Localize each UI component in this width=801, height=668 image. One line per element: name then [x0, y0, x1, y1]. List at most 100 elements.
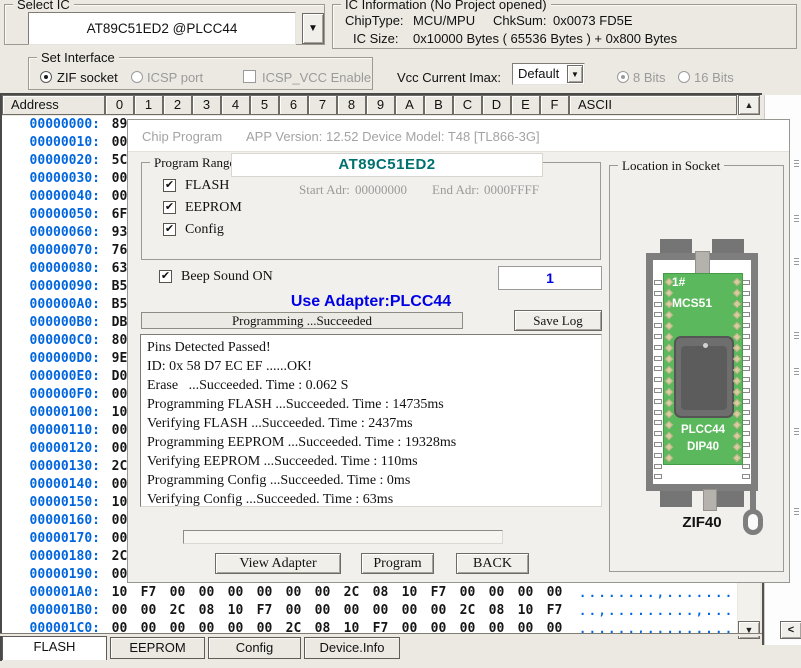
hex-byte[interactable]: F7 — [366, 620, 395, 633]
hex-address: 00000040: — [2, 188, 100, 206]
icsp-vcc-label[interactable]: ICSP_VCC Enable — [262, 70, 371, 85]
hex-header-col: F — [540, 95, 569, 115]
hex-byte[interactable]: F7 — [424, 584, 453, 602]
end-adr-label: End Adr: — [432, 182, 479, 198]
hex-byte[interactable]: 00 — [192, 584, 221, 602]
hex-byte[interactable]: 08 — [482, 602, 511, 620]
window-edge-fragment — [794, 258, 799, 266]
hex-byte[interactable]: 2C — [279, 620, 308, 633]
hex-byte[interactable]: 00 — [308, 602, 337, 620]
window-edge-fragment — [794, 368, 799, 376]
chevron-down-icon: ▼ — [308, 23, 318, 34]
program-range-option[interactable]: ✔Config — [163, 222, 224, 237]
hex-address: 00000150: — [2, 494, 100, 512]
beep-sound-option[interactable]: ✔ Beep Sound ON — [159, 269, 273, 284]
hex-byte[interactable]: 00 — [134, 602, 163, 620]
vcc-imax-label: Vcc Current Imax: — [397, 70, 501, 85]
bits-16-label[interactable]: 16 Bits — [694, 70, 734, 85]
hex-byte[interactable]: 00 — [366, 602, 395, 620]
board-pad — [733, 366, 741, 374]
hex-byte[interactable]: F7 — [134, 584, 163, 602]
hex-byte[interactable]: 00 — [221, 620, 250, 633]
hex-byte[interactable]: 00 — [395, 602, 424, 620]
hex-byte[interactable]: 00 — [424, 620, 453, 633]
scroll-up-button[interactable]: ▲ — [738, 95, 760, 115]
icsp-vcc-checkbox[interactable] — [243, 70, 256, 83]
hex-byte[interactable]: 00 — [192, 620, 221, 633]
icsp-port-label[interactable]: ICSP port — [147, 70, 203, 85]
program-button[interactable]: Program — [361, 553, 434, 574]
hex-byte[interactable]: 08 — [366, 584, 395, 602]
tab-config[interactable]: Config — [208, 637, 301, 659]
tab-eeprom[interactable]: EEPROM — [110, 637, 205, 659]
hex-byte[interactable]: 08 — [308, 620, 337, 633]
hex-byte[interactable]: 00 — [163, 620, 192, 633]
hex-byte[interactable]: 00 — [279, 584, 308, 602]
vcc-dropdown-button[interactable]: ▼ — [567, 65, 583, 83]
end-adr-value: 0000FFFF — [484, 182, 539, 198]
hex-byte[interactable]: 08 — [192, 602, 221, 620]
hex-byte[interactable]: 10 — [511, 602, 540, 620]
bits-8-radio[interactable] — [617, 71, 629, 83]
hex-byte[interactable]: 00 — [540, 620, 569, 633]
hex-address: 00000010: — [2, 134, 100, 152]
program-counter: 1 — [498, 266, 602, 290]
log-box[interactable]: Pins Detected Passed!ID: 0x 58 D7 EC EF … — [140, 334, 602, 507]
vcc-imax-combobox[interactable]: Default ▼ — [512, 63, 585, 85]
program-range-option[interactable]: ✔EEPROM — [163, 200, 242, 215]
board-pad — [665, 333, 673, 341]
hex-byte[interactable]: 00 — [395, 620, 424, 633]
hex-byte[interactable]: 00 — [221, 584, 250, 602]
hex-byte[interactable]: 10 — [395, 584, 424, 602]
hex-byte[interactable]: 10 — [105, 584, 134, 602]
socket-pin-slot — [654, 431, 662, 436]
socket-pin-slot — [742, 302, 750, 307]
back-button[interactable]: BACK — [456, 553, 529, 574]
socket-pin-slot — [654, 323, 662, 328]
icsp-port-radio[interactable] — [131, 71, 143, 83]
hex-byte[interactable]: 10 — [221, 602, 250, 620]
hex-byte[interactable]: 00 — [482, 620, 511, 633]
hex-byte[interactable]: 00 — [279, 602, 308, 620]
view-adapter-button[interactable]: View Adapter — [215, 553, 341, 574]
hex-byte[interactable]: 10 — [337, 620, 366, 633]
program-range-option[interactable]: ✔FLASH — [163, 178, 229, 193]
hex-byte[interactable]: 00 — [511, 620, 540, 633]
hex-byte[interactable]: 00 — [308, 584, 337, 602]
zif-socket-radio[interactable] — [40, 71, 52, 83]
ic-info-label: IC Information (No Project opened) — [341, 0, 551, 12]
hex-byte[interactable]: 00 — [250, 584, 279, 602]
socket-pin-slot — [742, 464, 750, 469]
hex-byte[interactable]: 00 — [105, 602, 134, 620]
log-line: Programming FLASH ...Succeeded. Time : 1… — [147, 395, 601, 414]
hex-address: 00000070: — [2, 242, 100, 260]
hex-byte[interactable]: F7 — [540, 602, 569, 620]
hex-byte[interactable]: 00 — [337, 602, 366, 620]
hex-byte[interactable]: 00 — [453, 584, 482, 602]
hex-byte[interactable]: 00 — [453, 620, 482, 633]
ic-select-dropdown-button[interactable]: ▼ — [302, 13, 324, 44]
zif-socket-label[interactable]: ZIF socket — [57, 70, 118, 85]
hex-byte[interactable]: 00 — [250, 620, 279, 633]
save-log-button[interactable]: Save Log — [514, 310, 602, 331]
bits-8-label[interactable]: 8 Bits — [633, 70, 666, 85]
hex-byte[interactable]: 00 — [134, 620, 163, 633]
log-line: Pins Detected Passed! — [147, 338, 601, 357]
hex-byte[interactable]: 2C — [163, 602, 192, 620]
hex-byte[interactable]: 00 — [105, 620, 134, 633]
bits-16-radio[interactable] — [678, 71, 690, 83]
hex-byte[interactable]: 00 — [540, 584, 569, 602]
board-pad — [665, 366, 673, 374]
tab-device-info[interactable]: Device.Info — [304, 637, 400, 659]
plcc-chip-body — [681, 346, 727, 410]
tab-flash[interactable]: FLASH — [2, 636, 107, 660]
hex-byte[interactable]: 2C — [337, 584, 366, 602]
scroll-left-button[interactable]: < — [780, 621, 801, 639]
hex-byte[interactable]: F7 — [250, 602, 279, 620]
hex-byte[interactable]: 00 — [424, 602, 453, 620]
ic-select-combobox[interactable]: AT89C51ED2 @PLCC44 — [28, 12, 296, 45]
hex-byte[interactable]: 00 — [163, 584, 192, 602]
hex-byte[interactable]: 00 — [482, 584, 511, 602]
hex-byte[interactable]: 2C — [453, 602, 482, 620]
hex-byte[interactable]: 00 — [511, 584, 540, 602]
